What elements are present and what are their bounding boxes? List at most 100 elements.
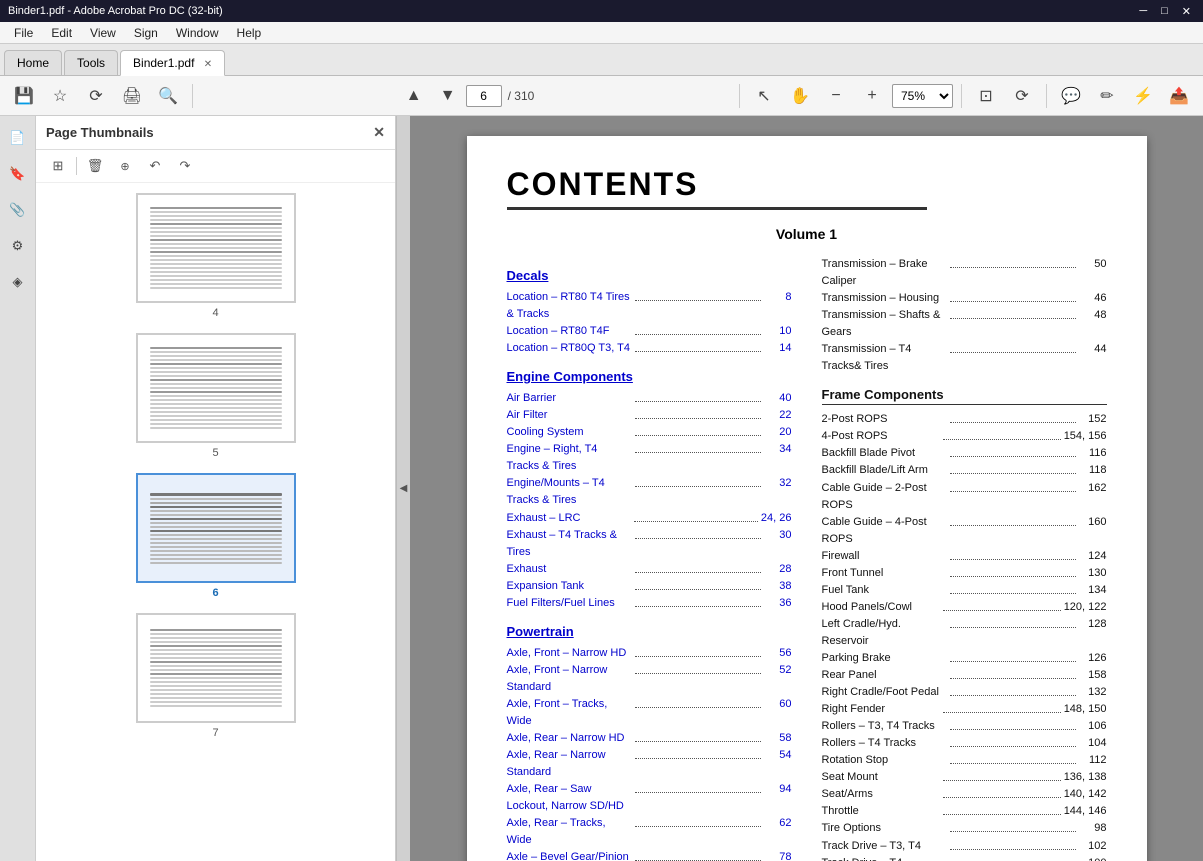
toolbar: 💾 ☆ ⟳ 🖨 🔍 ▲ ▼ / 310 ↖ ✋ − + 75% 50% 100%…	[0, 76, 1203, 116]
pdf-page-title: CONTENTS	[507, 166, 1107, 203]
tab-binder[interactable]: Binder1.pdf ✕	[120, 50, 225, 76]
thumbnail-img-6	[136, 473, 296, 583]
zoom-group: 75% 50% 100% 125% 150%	[892, 84, 953, 108]
toc-fr-9: Fuel Tank134	[822, 582, 1107, 599]
page-number-input[interactable]	[466, 85, 502, 107]
collapse-handle[interactable]: ◀	[396, 116, 410, 861]
tab-close-icon[interactable]: ✕	[204, 59, 212, 70]
sidebar-header: Page Thumbnails ✕	[36, 116, 395, 150]
minimize-btn[interactable]: ─	[1135, 5, 1151, 18]
title-bar: Binder1.pdf - Adobe Acrobat Pro DC (32-b…	[0, 0, 1203, 22]
tools-panel-icon[interactable]: ◈	[2, 266, 34, 298]
thumbnail-6[interactable]: 6	[46, 473, 385, 599]
menu-edit[interactable]: Edit	[43, 24, 80, 42]
toc-eng-5: Engine/Mounts – T4 Tracks & Tires32	[507, 475, 792, 509]
sidebar-tools: ⊞ 🗑 ⊕ ↶ ↷	[36, 150, 395, 183]
sidebar-scroll[interactable]: 4	[36, 183, 395, 861]
maximize-btn[interactable]: □	[1157, 5, 1172, 18]
toc-fr-20: Seat/Arms140, 142	[822, 786, 1107, 803]
menu-sign[interactable]: Sign	[126, 24, 166, 42]
transmission-items: Transmission – Brake Caliper50 Transmiss…	[822, 256, 1107, 375]
toolbar-sep-3	[961, 84, 962, 108]
toc-decals-1: Location – RT80 T4 Tires & Tracks 8	[507, 289, 792, 323]
toc-decals-3: Location – RT80Q T3, T4 14	[507, 340, 792, 357]
toc-eng-7: Exhaust – T4 Tracks & Tires30	[507, 527, 792, 561]
app-title: Binder1.pdf - Adobe Acrobat Pro DC (32-b…	[8, 5, 223, 17]
thumbnail-7[interactable]: 7	[46, 613, 385, 739]
tab-home[interactable]: Home	[4, 50, 62, 75]
rotate-button[interactable]: ⟳	[1006, 80, 1038, 112]
zoom-select[interactable]: 75% 50% 100% 125% 150%	[892, 84, 953, 108]
print-button[interactable]: 🖨	[116, 80, 148, 112]
toc-fr-2: 4-Post ROPS154, 156	[822, 428, 1107, 445]
redo-button[interactable]: ↷	[171, 154, 199, 178]
toc-fr-1: 2-Post ROPS152	[822, 411, 1107, 428]
bookmark-button[interactable]: ☆	[44, 80, 76, 112]
left-icon-strip: 📄 🔖 📎 ⚙ ◈	[0, 116, 36, 861]
thumbnail-label-7: 7	[212, 727, 218, 739]
pdf-title-underline	[507, 207, 927, 210]
pen-button[interactable]: ✏	[1091, 80, 1123, 112]
share-button[interactable]: 📤	[1163, 80, 1195, 112]
toc-trans-3: Transmission – Shafts & Gears48	[822, 307, 1107, 341]
upload-button[interactable]: ⟳	[80, 80, 112, 112]
toc-fr-11: Left Cradle/Hyd. Reservoir128	[822, 616, 1107, 650]
toc-fr-6: Cable Guide – 4-Post ROPS160	[822, 514, 1107, 548]
pdf-volume: Volume 1	[507, 226, 1107, 242]
toc-fr-8: Front Tunnel130	[822, 565, 1107, 582]
save-button[interactable]: 💾	[8, 80, 40, 112]
section-decals-heading: Decals	[507, 268, 792, 283]
cursor-tool-button[interactable]: ↖	[748, 80, 780, 112]
toc-pt-4: Axle, Rear – Narrow HD58	[507, 730, 792, 747]
next-page-button[interactable]: ▼	[432, 80, 464, 112]
prev-page-button[interactable]: ▲	[398, 80, 430, 112]
main-area: 📄 🔖 📎 ⚙ ◈ Page Thumbnails ✕ ⊞ 🗑 ⊕ ↶ ↷	[0, 116, 1203, 861]
toc-trans-4: Transmission – T4 Tracks& Tires44	[822, 341, 1107, 375]
menu-view[interactable]: View	[82, 24, 124, 42]
menu-help[interactable]: Help	[229, 24, 270, 42]
toc-eng-2: Air Filter22	[507, 407, 792, 424]
content-area[interactable]: CONTENTS Volume 1 Decals Location – RT80…	[410, 116, 1203, 861]
pdf-col-left: Decals Location – RT80 T4 Tires & Tracks…	[507, 256, 792, 861]
toc-eng-3: Cooling System20	[507, 424, 792, 441]
menu-window[interactable]: Window	[168, 24, 227, 42]
thumbnail-5[interactable]: 5	[46, 333, 385, 459]
toc-eng-8: Exhaust28	[507, 561, 792, 578]
pdf-page: CONTENTS Volume 1 Decals Location – RT80…	[467, 136, 1147, 861]
sidebar-close-button[interactable]: ✕	[373, 124, 385, 141]
zoom-out-button[interactable]: −	[820, 80, 852, 112]
tab-tools[interactable]: Tools	[64, 50, 118, 75]
undo-button[interactable]: ↶	[141, 154, 169, 178]
comment-button[interactable]: 💬	[1055, 80, 1087, 112]
delete-page-button[interactable]: 🗑	[81, 154, 109, 178]
close-btn[interactable]: ✕	[1178, 5, 1195, 18]
zoom-in-button[interactable]: +	[856, 80, 888, 112]
hand-tool-button[interactable]: ✋	[784, 80, 816, 112]
sidebar-title: Page Thumbnails	[46, 125, 154, 140]
layers-panel-icon[interactable]: ⚙	[2, 230, 34, 262]
thumbnail-img-5	[136, 333, 296, 443]
toc-fr-10: Hood Panels/Cowl120, 122	[822, 599, 1107, 616]
thumbnail-4[interactable]: 4	[46, 193, 385, 319]
toc-fr-24: Track Drive – T4100	[822, 855, 1107, 861]
insert-page-button[interactable]: ⊕	[111, 154, 139, 178]
thumbnail-grid-button[interactable]: ⊞	[44, 154, 72, 178]
nav-group: ▲ ▼ / 310	[398, 80, 535, 112]
fit-page-button[interactable]: ⊡	[970, 80, 1002, 112]
thumbnail-label-4: 4	[212, 307, 218, 319]
toc-pt-6: Axle, Rear – Saw Lockout, Narrow SD/HD94	[507, 781, 792, 815]
markup-button[interactable]: ⚡	[1127, 80, 1159, 112]
bookmarks-panel-icon[interactable]: 🔖	[2, 158, 34, 190]
toc-decals-2: Location – RT80 T4F 10	[507, 323, 792, 340]
toc-trans-1: Transmission – Brake Caliper50	[822, 256, 1107, 290]
toc-fr-16: Rollers – T3, T4 Tracks106	[822, 718, 1107, 735]
collapse-arrow-icon: ◀	[400, 483, 408, 494]
toc-fr-18: Rotation Stop112	[822, 752, 1107, 769]
pdf-two-col: Decals Location – RT80 T4 Tires & Tracks…	[507, 256, 1107, 861]
find-button[interactable]: 🔍	[152, 80, 184, 112]
toc-eng-10: Fuel Filters/Fuel Lines36	[507, 595, 792, 612]
pages-panel-icon[interactable]: 📄	[2, 122, 34, 154]
attachments-panel-icon[interactable]: 📎	[2, 194, 34, 226]
toc-fr-23: Track Drive – T3, T4102	[822, 838, 1107, 855]
menu-file[interactable]: File	[6, 24, 41, 42]
